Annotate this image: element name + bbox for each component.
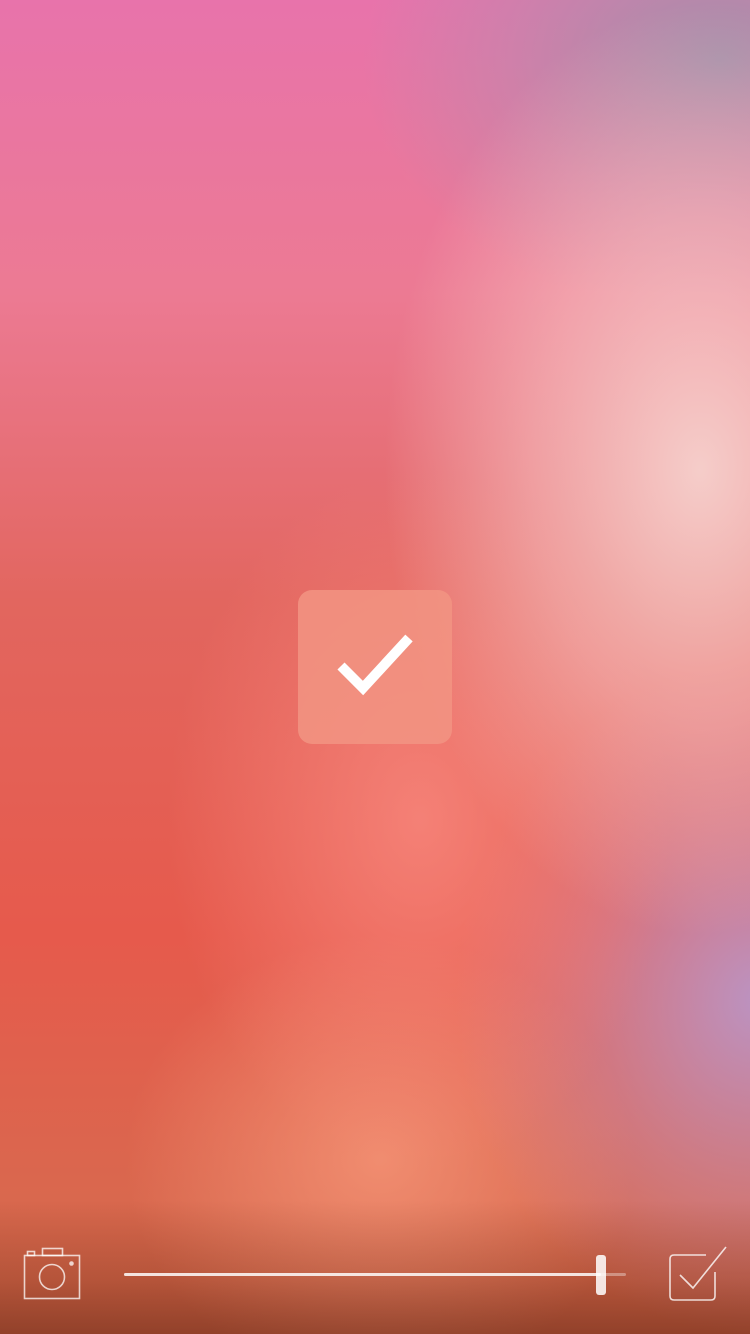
camera-icon <box>23 1247 81 1300</box>
done-button[interactable] <box>666 1242 730 1304</box>
screen <box>0 0 750 1334</box>
confirmation-badge <box>298 590 452 744</box>
checkbox-checked-icon <box>669 1246 727 1301</box>
bottom-toolbar <box>0 1230 750 1334</box>
slider-thumb[interactable] <box>595 1255 606 1295</box>
slider-fill <box>124 1273 601 1276</box>
camera-button[interactable] <box>20 1244 84 1304</box>
opacity-slider[interactable] <box>124 1255 626 1295</box>
checkmark-icon <box>337 634 413 696</box>
